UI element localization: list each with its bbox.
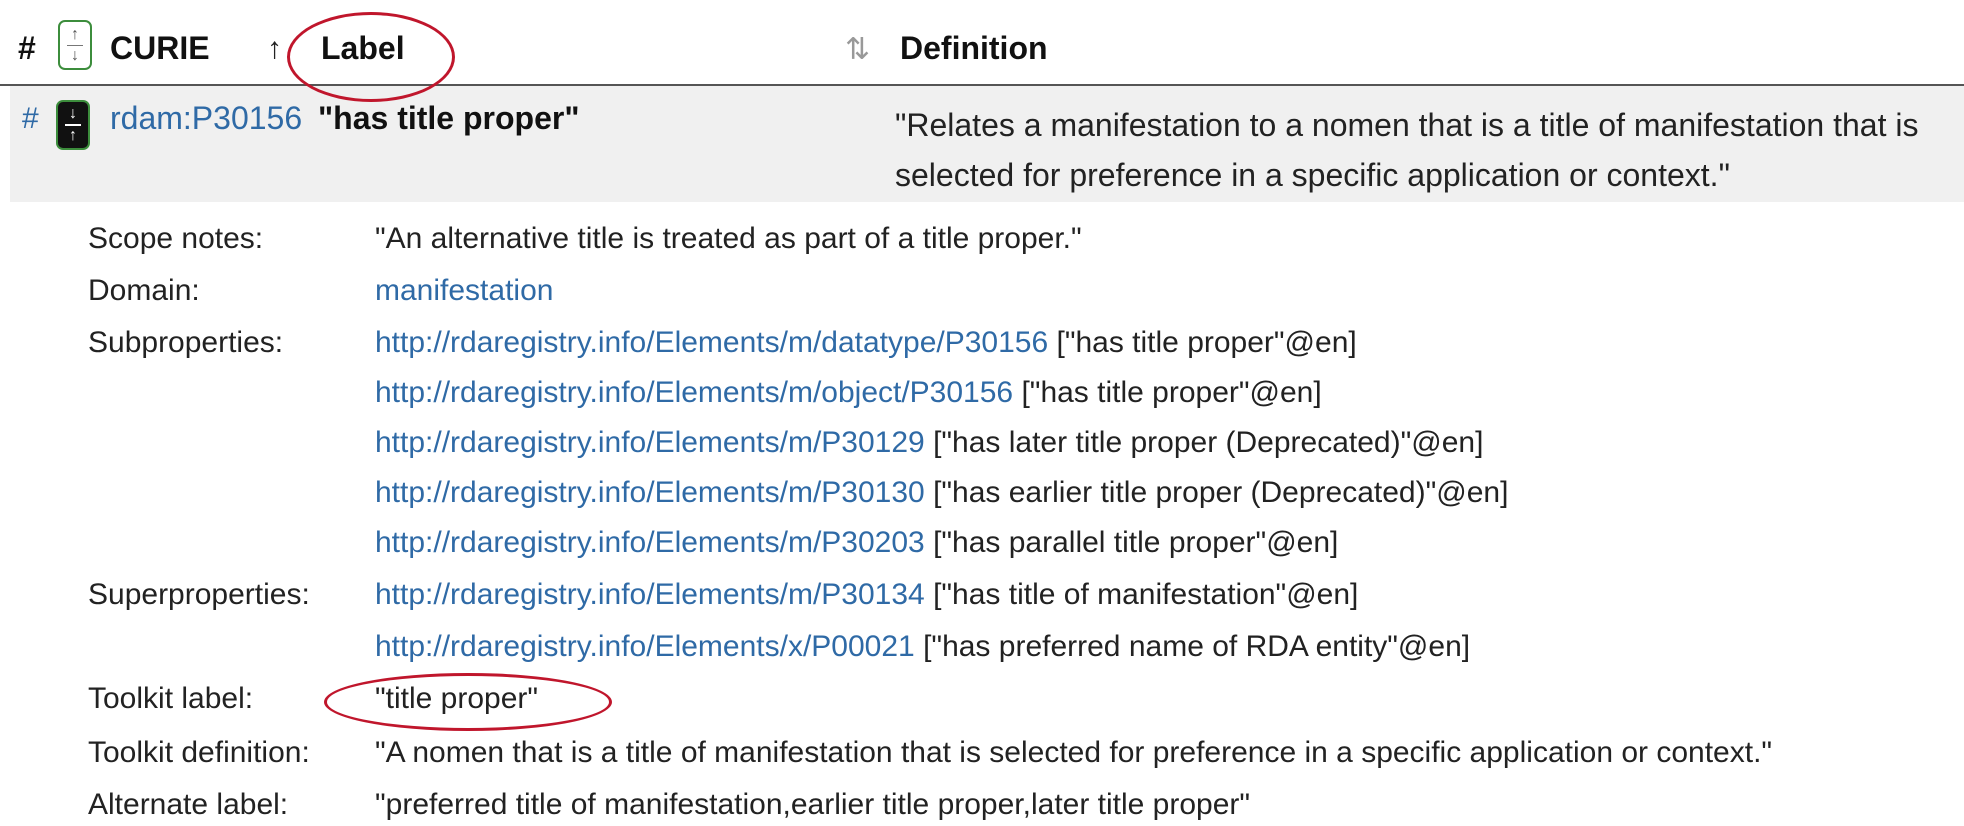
superproperty-item: http://rdaregistry.info/Elements/x/P0002… [375, 630, 1470, 664]
subproperty-link[interactable]: http://rdaregistry.info/Elements/m/P3013… [375, 476, 925, 509]
expand-all-button[interactable]: ↑ ↓ [58, 20, 92, 70]
row-anchor-link[interactable]: # [22, 102, 39, 136]
subproperty-item: http://rdaregistry.info/Elements/m/P3012… [375, 426, 1483, 460]
arrow-down-icon: ↓ [69, 105, 77, 122]
row-label: "has title proper" [318, 100, 580, 136]
subproperty-item: http://rdaregistry.info/Elements/m/P3020… [375, 526, 1338, 560]
superproperty-link[interactable]: http://rdaregistry.info/Elements/m/P3013… [375, 578, 925, 611]
divider [67, 44, 83, 46]
subproperty-link[interactable]: http://rdaregistry.info/Elements/m/datat… [375, 326, 1048, 359]
toolkit-definition-label: Toolkit definition: [88, 736, 310, 769]
arrow-up-icon: ↑ [71, 25, 79, 43]
subproperty-item: http://rdaregistry.info/Elements/m/P3013… [375, 476, 1508, 510]
subproperty-link[interactable]: http://rdaregistry.info/Elements/m/P3020… [375, 526, 925, 559]
superproperty-text: ["has preferred name of RDA entity"@en] [923, 630, 1471, 663]
subproperty-text: ["has later title proper (Deprecated)"@e… [933, 426, 1484, 459]
toolkit-definition-value: "A nomen that is a title of manifestatio… [375, 736, 1773, 769]
subproperty-item: http://rdaregistry.info/Elements/m/objec… [375, 376, 1322, 410]
column-definition-header[interactable]: Definition [900, 30, 1048, 67]
curie-link[interactable]: rdam:P30156 [110, 100, 302, 137]
table-row[interactable]: # ↓ ↑ rdam:P30156 "has title proper" "Re… [10, 86, 1964, 202]
toolkit-label-label: Toolkit label: [88, 682, 254, 715]
superproperty-item: http://rdaregistry.info/Elements/m/P3013… [375, 578, 1358, 612]
subproperty-link[interactable]: http://rdaregistry.info/Elements/m/objec… [375, 376, 1013, 409]
domain-label: Domain: [88, 274, 200, 307]
arrow-down-icon: ↓ [71, 46, 79, 64]
arrow-up-icon: ↑ [69, 127, 77, 144]
column-curie-header[interactable]: CURIE [110, 30, 210, 67]
alternate-label-label: Alternate label: [88, 788, 289, 821]
label-highlight-ellipse [287, 12, 455, 102]
subproperty-item: http://rdaregistry.info/Elements/m/datat… [375, 326, 1357, 360]
column-hash-header: # [18, 30, 36, 66]
superproperty-link[interactable]: http://rdaregistry.info/Elements/x/P0002… [375, 630, 915, 663]
subproperty-link[interactable]: http://rdaregistry.info/Elements/m/P3012… [375, 426, 925, 459]
divider [65, 124, 81, 126]
superproperty-text: ["has title of manifestation"@en] [933, 578, 1359, 611]
alternate-label-value: "preferred title of manifestation,earlie… [375, 788, 1251, 821]
scope-notes-label: Scope notes: [88, 222, 264, 255]
toolkit-label-highlight-ellipse [324, 673, 612, 731]
collapse-row-button[interactable]: ↓ ↑ [56, 100, 90, 150]
row-definition: "Relates a manifestation to a nomen that… [895, 107, 1919, 193]
subproperty-text: ["has earlier title proper (Deprecated)"… [933, 476, 1509, 509]
subproperty-text: ["has title proper"@en] [1021, 376, 1322, 409]
sort-toggle-icon[interactable]: ⇅ [845, 32, 870, 67]
domain-link[interactable]: manifestation [375, 274, 553, 308]
subproperty-text: ["has title proper"@en] [1056, 326, 1357, 359]
subproperty-text: ["has parallel title proper"@en] [933, 526, 1339, 559]
scope-notes-value: "An alternative title is treated as part… [375, 222, 1082, 255]
subproperties-label: Subproperties: [88, 326, 284, 359]
superproperties-label: Superproperties: [88, 578, 310, 611]
sort-ascending-icon[interactable]: ↑ [267, 32, 282, 66]
